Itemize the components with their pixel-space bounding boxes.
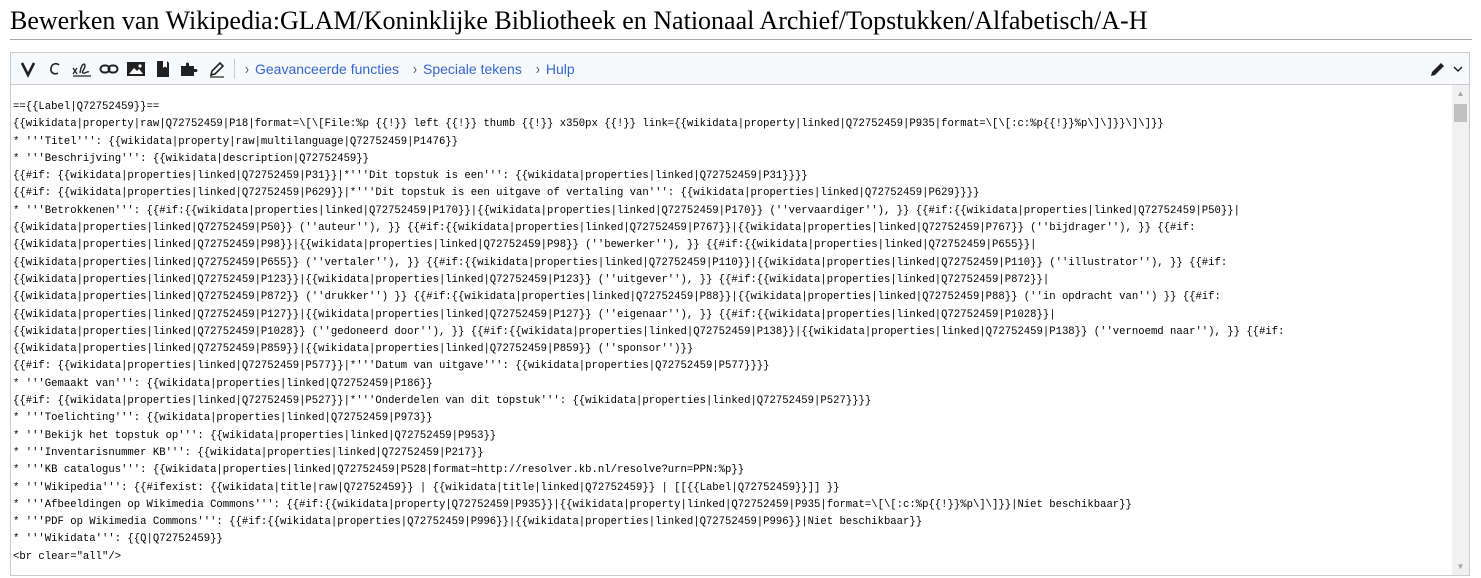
- wikitext-line: * '''Afbeeldingen op Wikimedia Commons''…: [13, 498, 1132, 511]
- puzzle-icon: [181, 62, 198, 76]
- wikitext-line: {{wikidata|properties|linked|Q72752459|P…: [13, 325, 1285, 338]
- link-button[interactable]: [96, 56, 122, 82]
- wikitext-line: {{wikidata|properties|linked|Q72752459|P…: [13, 308, 1056, 321]
- page-title: Bewerken van Wikipedia:GLAM/Koninklijke …: [10, 5, 1472, 40]
- wikitext-editor: › Geavanceerde functies › Speciale teken…: [10, 52, 1470, 576]
- wikitext-line: * '''Titel''': {{wikidata|property|raw|m…: [13, 135, 459, 148]
- wikitext-line: * '''Beschrijving''': {{wikidata|descrip…: [13, 152, 370, 165]
- wikitext-line: * '''PDF op Wikimedia Commons''': {{#if:…: [13, 516, 923, 529]
- editor-toolbar: › Geavanceerde functies › Speciale teken…: [11, 53, 1469, 85]
- wikitext-line: {{#if: {{wikidata|properties|linked|Q727…: [13, 395, 872, 408]
- wikitext-line: {{wikidata|properties|linked|Q72752459|P…: [13, 222, 1196, 235]
- link-icon: [99, 64, 119, 73]
- special-characters-tab[interactable]: › Speciale tekens: [412, 59, 522, 78]
- reference-icon: [157, 60, 169, 77]
- reference-button[interactable]: [150, 56, 176, 82]
- wikitext-line: {{wikidata|properties|linked|Q72752459|P…: [13, 291, 1221, 304]
- image-icon: [127, 61, 145, 76]
- wikitext-content[interactable]: =={{Label|Q72752459}}== {{wikidata|proper…: [13, 99, 1451, 566]
- wikitext-line: <br clear="all"/>: [13, 550, 122, 563]
- chevron-right-icon: ›: [245, 59, 249, 78]
- wikitext-line: {{#if: {{wikidata|properties|linked|Q727…: [13, 360, 770, 373]
- wikitext-line: {{wikidata|properties|linked|Q72752459|P…: [13, 256, 1228, 269]
- scroll-up-arrow[interactable]: ▲: [1452, 85, 1469, 102]
- help-tab[interactable]: › Hulp: [535, 59, 575, 78]
- image-button[interactable]: [123, 56, 149, 82]
- advanced-functions-tab[interactable]: › Geavanceerde functies: [245, 59, 399, 78]
- italic-icon: [50, 62, 60, 75]
- wikitext-line: * '''Wikidata''': {{Q|Q72752459}}: [13, 533, 223, 546]
- italic-button[interactable]: [42, 56, 68, 82]
- wikitext-line: =={{Label|Q72752459}}==: [13, 101, 160, 113]
- edit-mode-switch[interactable]: [1429, 53, 1463, 84]
- bold-icon: [20, 61, 36, 78]
- chevron-down-icon: [1453, 65, 1463, 72]
- wikitext-line: * '''Bekijk het topstuk op''': {{wikidat…: [13, 429, 497, 442]
- chevron-right-icon: ›: [412, 59, 417, 78]
- wikitext-textarea[interactable]: =={{Label|Q72752459}}== {{wikidata|proper…: [11, 85, 1469, 575]
- wikitext-line: * '''KB catalogus''': {{wikidata|propert…: [13, 464, 745, 477]
- wikitext-line: * '''Gemaakt van''': {{wikidata|properti…: [13, 377, 433, 390]
- wikitext-line: {{#if: {{wikidata|properties|linked|Q727…: [13, 187, 980, 200]
- wikitext-line: {{wikidata|properties|linked|Q72752459|P…: [13, 239, 1037, 252]
- template-button[interactable]: [177, 56, 203, 82]
- pencil-button[interactable]: [204, 56, 230, 82]
- wikitext-line: * '''Toelichting''': {{wikidata|properti…: [13, 412, 433, 425]
- wikitext-line: {{#if: {{wikidata|properties|linked|Q727…: [13, 170, 808, 183]
- pencil-icon: [209, 61, 225, 78]
- vertical-scrollbar[interactable]: ▲ ▼: [1452, 85, 1469, 575]
- wikitext-line: * '''Inventarisnummer KB''': {{wikidata|…: [13, 446, 484, 459]
- wikitext-line: {{wikidata|properties|linked|Q72752459|P…: [13, 343, 694, 356]
- wikitext-line: {{wikidata|property|raw|Q72752459|P18|fo…: [13, 118, 1164, 131]
- pencil-icon: [1431, 62, 1444, 76]
- help-label: Hulp: [545, 60, 575, 77]
- wikitext-line: * '''Betrokkenen''': {{#if:{{wikidata|pr…: [13, 204, 1240, 217]
- advanced-functions-label: Geavanceerde functies: [255, 60, 399, 77]
- scroll-thumb[interactable]: [1454, 104, 1467, 122]
- bold-button[interactable]: [15, 56, 41, 82]
- special-characters-label: Speciale tekens: [422, 60, 522, 77]
- signature-button[interactable]: [69, 56, 95, 82]
- scroll-down-arrow[interactable]: ▼: [1452, 558, 1469, 575]
- wikitext-line: * '''Wikipedia''': {{#ifexist: {{wikidat…: [13, 481, 840, 494]
- signature-icon: [72, 62, 91, 77]
- chevron-right-icon: ›: [535, 59, 540, 78]
- toolbar-separator: [234, 58, 235, 79]
- wikitext-line: {{wikidata|properties|linked|Q72752459|P…: [13, 273, 1050, 286]
